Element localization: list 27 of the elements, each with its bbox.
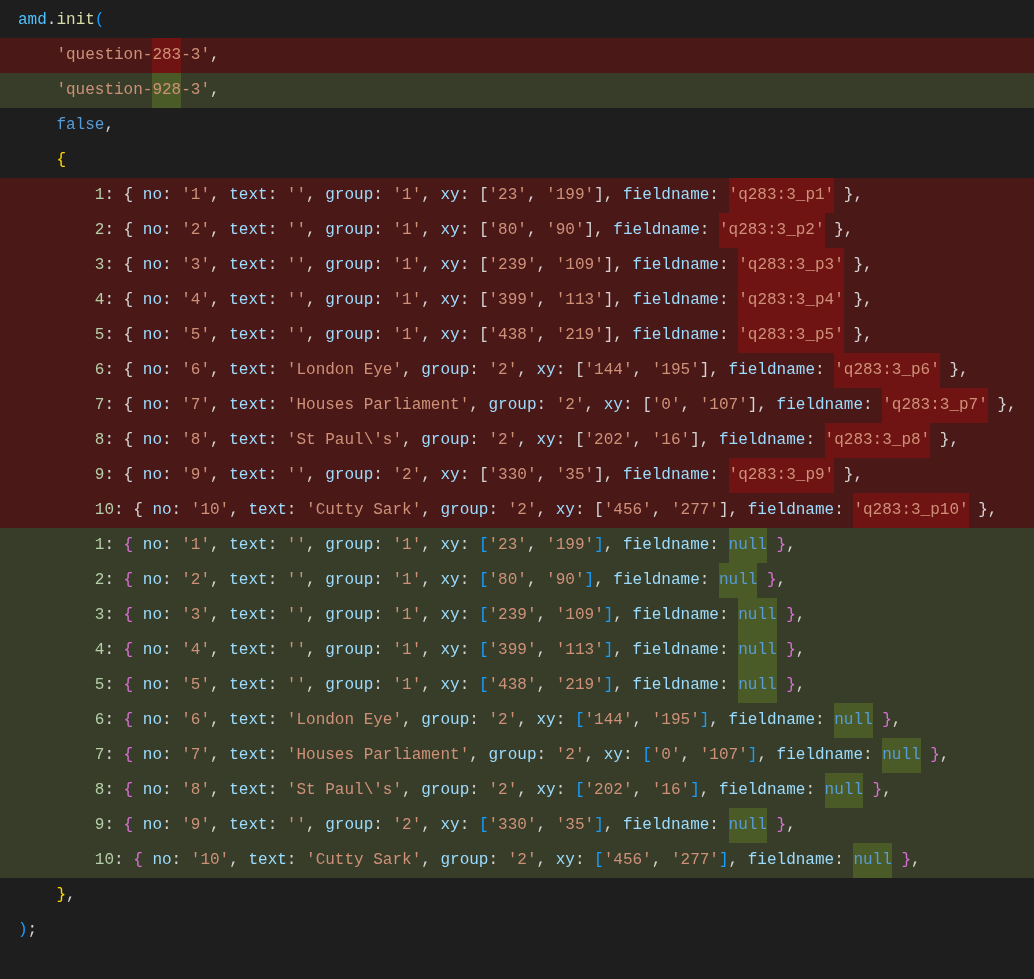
code-line: 3: { no: '3', text: '', group: '1', xy: ['239', '109'], fieldname: null },	[94, 598, 806, 633]
code-line: },	[56, 885, 76, 906]
code-line: 1: { no: '1', text: '', group: '1', xy: ['23', '199'], fieldname: null },	[94, 528, 796, 563]
code-line: 3: { no: '3', text: '', group: '1', xy: ['239', '109'], fieldname: 'q283:3_p3' },	[94, 248, 873, 283]
code-line: 7: { no: '7', text: 'Houses Parliament', group: '2', xy: ['0', '107'], fieldname: null },	[94, 738, 950, 773]
code-line: 1: { no: '1', text: '', group: '1', xy: ['23', '199'], fieldname: 'q283:3_p1' },	[94, 178, 863, 213]
code-line: 10: { no: '10', text: 'Cutty Sark', group: '2', xy: ['456', '277'], fieldname: 'q283:3_p10' },	[94, 493, 998, 528]
code-line: amd.init(	[18, 10, 105, 31]
code-line: 10: { no: '10', text: 'Cutty Sark', group: '2', xy: ['456', '277'], fieldname: null },	[94, 843, 921, 878]
code-line: 4: { no: '4', text: '', group: '1', xy: ['399', '113'], fieldname: 'q283:3_p4' },	[94, 283, 873, 318]
code-line: 2: { no: '2', text: '', group: '1', xy: ['80', '90'], fieldname: 'q283:3_p2' },	[94, 213, 854, 248]
code-line: 9: { no: '9', text: '', group: '2', xy: ['330', '35'], fieldname: null },	[94, 808, 796, 843]
code-line: 8: { no: '8', text: 'St Paul\'s', group: '2', xy: ['202', '16'], fieldname: 'q283:3_p8' },	[94, 423, 959, 458]
code-line: );	[18, 920, 38, 941]
code-line: 8: { no: '8', text: 'St Paul\'s', group: '2', xy: ['202', '16'], fieldname: null },	[94, 773, 892, 808]
code-line: 2: { no: '2', text: '', group: '1', xy: ['80', '90'], fieldname: null },	[94, 563, 787, 598]
code-line: 'question-928-3',	[56, 73, 220, 108]
code-line: 'question-283-3',	[56, 38, 220, 73]
code-line: 5: { no: '5', text: '', group: '1', xy: ['438', '219'], fieldname: 'q283:3_p5' },	[94, 318, 873, 353]
code-line: 4: { no: '4', text: '', group: '1', xy: ['399', '113'], fieldname: null },	[94, 633, 806, 668]
code-line: false,	[56, 115, 114, 136]
code-line: 7: { no: '7', text: 'Houses Parliament', group: '2', xy: ['0', '107'], fieldname: 'q283:3_p7' },	[94, 388, 1017, 423]
code-line: 5: { no: '5', text: '', group: '1', xy: ['438', '219'], fieldname: null },	[94, 668, 806, 703]
code-line: 6: { no: '6', text: 'London Eye', group: '2', xy: ['144', '195'], fieldname: 'q283:3_p6' },	[94, 353, 969, 388]
code-line: 9: { no: '9', text: '', group: '2', xy: ['330', '35'], fieldname: 'q283:3_p9' },	[94, 458, 863, 493]
code-line: {	[56, 150, 66, 171]
code-line: 6: { no: '6', text: 'London Eye', group: '2', xy: ['144', '195'], fieldname: null },	[94, 703, 902, 738]
